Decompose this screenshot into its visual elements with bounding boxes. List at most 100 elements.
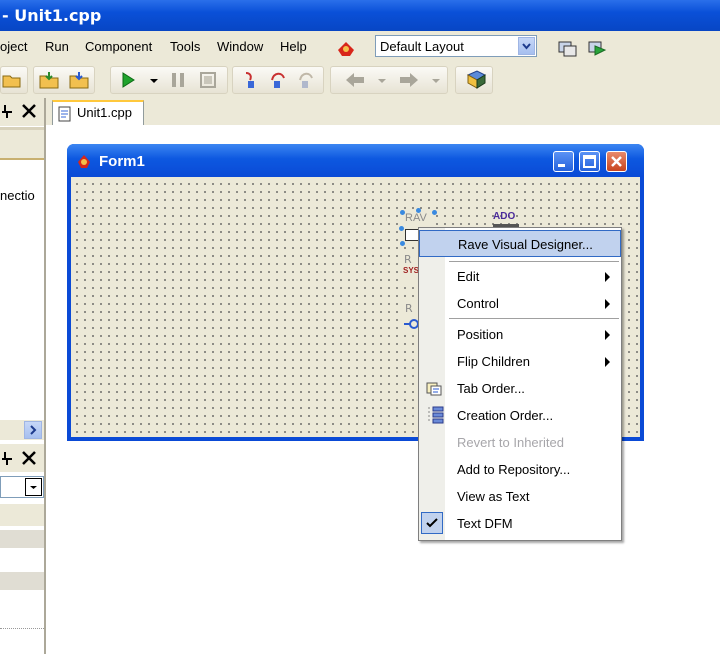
menu-item-edit[interactable]: Edit [419,263,621,290]
pause-icon[interactable] [168,70,188,90]
maximize-button[interactable] [579,151,600,172]
trace-into-icon[interactable] [240,70,260,90]
menu-separator [449,318,619,319]
menu-component[interactable]: Component [85,39,152,54]
property-row[interactable] [0,530,44,548]
selection-handle[interactable] [399,226,404,231]
forward-dropdown-icon[interactable] [430,76,442,86]
menu-item-label: Position [457,327,504,342]
menu-item-control[interactable]: Control [419,290,621,317]
menu-item-label: Creation Order... [457,408,554,423]
menu-separator [449,261,619,262]
tab-unit1-cpp[interactable]: Unit1.cpp [52,100,144,125]
checkmark-icon [426,518,438,528]
run-dropdown-icon[interactable] [148,76,160,86]
save-layout-icon[interactable] [334,36,358,60]
forward-arrow-icon[interactable] [398,71,420,89]
ado-label: ADO [493,211,516,222]
menu-item-flip-children[interactable]: Flip Children [419,348,621,375]
context-menu: Rave Visual Designer... Edit Control Pos… [418,227,622,541]
set-debug-layout-icon[interactable] [586,38,608,58]
menu-window[interactable]: Window [217,39,263,54]
window-title: - Unit1.cpp [2,6,102,25]
menu-item-label: Revert to Inherited [457,435,564,450]
object-tree-header [0,130,44,158]
run-to-cursor-icon[interactable] [296,70,316,90]
back-dropdown-icon[interactable] [376,76,388,86]
menu-item-revert-to-inherited: Revert to Inherited [419,429,621,456]
rave-label: RAV [405,212,427,224]
object-selector-dropdown[interactable] [25,478,42,496]
checkmark-box [421,512,443,534]
menu-item-rave-visual-designer[interactable]: Rave Visual Designer... [419,230,621,257]
selection-handle[interactable] [400,241,405,246]
inspector-tabs[interactable] [0,504,44,526]
left-panel: nectio [0,98,46,654]
stop-icon[interactable] [198,70,218,90]
menu-tools[interactable]: Tools [170,39,200,54]
menu-item-text-dfm[interactable]: Text DFM [419,510,621,537]
close-button[interactable] [606,151,627,172]
run-icon[interactable] [118,70,138,90]
open-folder-icon[interactable] [2,71,22,89]
chevron-down-icon [30,486,37,489]
form1-title: Form1 [99,153,145,170]
menu-run[interactable]: Run [45,39,69,54]
minimize-icon [558,164,565,167]
svg-text:R: R [405,302,413,315]
menu-item-label: Tab Order... [457,381,525,396]
svg-text:R: R [404,253,412,266]
sys-label: SYS [403,266,420,275]
menu-item-position[interactable]: Position [419,321,621,348]
menu-item-label: View as Text [457,489,530,504]
add-to-project-icon[interactable] [68,70,90,90]
menu-item-label: Edit [457,269,480,284]
chevron-right-icon [30,425,37,435]
submenu-arrow-icon [605,357,610,367]
menu-item-label: Rave Visual Designer... [458,237,593,252]
rave-icon: R [404,253,412,266]
close-icon[interactable] [20,102,38,120]
menu-item-label: Flip Children [457,354,530,369]
layout-combo[interactable]: Default Layout [375,35,537,57]
submenu-arrow-icon [605,299,610,309]
layout-combo-value: Default Layout [380,39,464,54]
open-project-icon[interactable] [38,70,60,90]
close-icon [611,156,622,167]
property-row[interactable] [0,628,44,630]
selection-handle[interactable] [400,210,405,215]
divider [0,158,44,160]
help-book-icon[interactable] [465,69,487,91]
pin-icon[interactable] [0,103,14,119]
connection-label: nectio [0,188,35,203]
cbuilder-app-icon [78,155,90,168]
close-icon[interactable] [20,449,38,467]
creation-order-icon [428,406,444,424]
back-arrow-icon[interactable] [344,71,366,89]
selection-handle[interactable] [432,210,437,215]
menu-item-label: Control [457,296,499,311]
menu-help[interactable]: Help [280,39,307,54]
menu-item-add-to-repository[interactable]: Add to Repository... [419,456,621,483]
cpp-file-icon [58,106,71,122]
step-over-icon[interactable] [268,70,288,90]
submenu-arrow-icon [605,272,610,282]
selection-handle[interactable] [416,208,421,213]
menu-item-label: Add to Repository... [457,462,571,477]
menu-item-view-as-text[interactable]: View as Text [419,483,621,510]
menu-item-creation-order[interactable]: Creation Order... [419,402,621,429]
menu-project[interactable]: oject [0,39,27,54]
chevron-down-icon[interactable] [518,37,535,55]
property-row[interactable] [0,572,44,590]
desktop-layout-icon[interactable] [556,38,578,58]
tab-label: Unit1.cpp [77,105,132,120]
menu-item-tab-order[interactable]: Tab Order... [419,375,621,402]
menu-bar: oject Run Component Tools Window Help [0,31,720,62]
submenu-arrow-icon [605,330,610,340]
form1-title-bar[interactable]: Form1 [67,144,644,177]
tab-order-icon [426,382,442,396]
pin-icon[interactable] [0,450,14,466]
maximize-icon [583,155,596,168]
minimize-button[interactable] [553,151,574,172]
scroll-right-button[interactable] [24,421,42,439]
